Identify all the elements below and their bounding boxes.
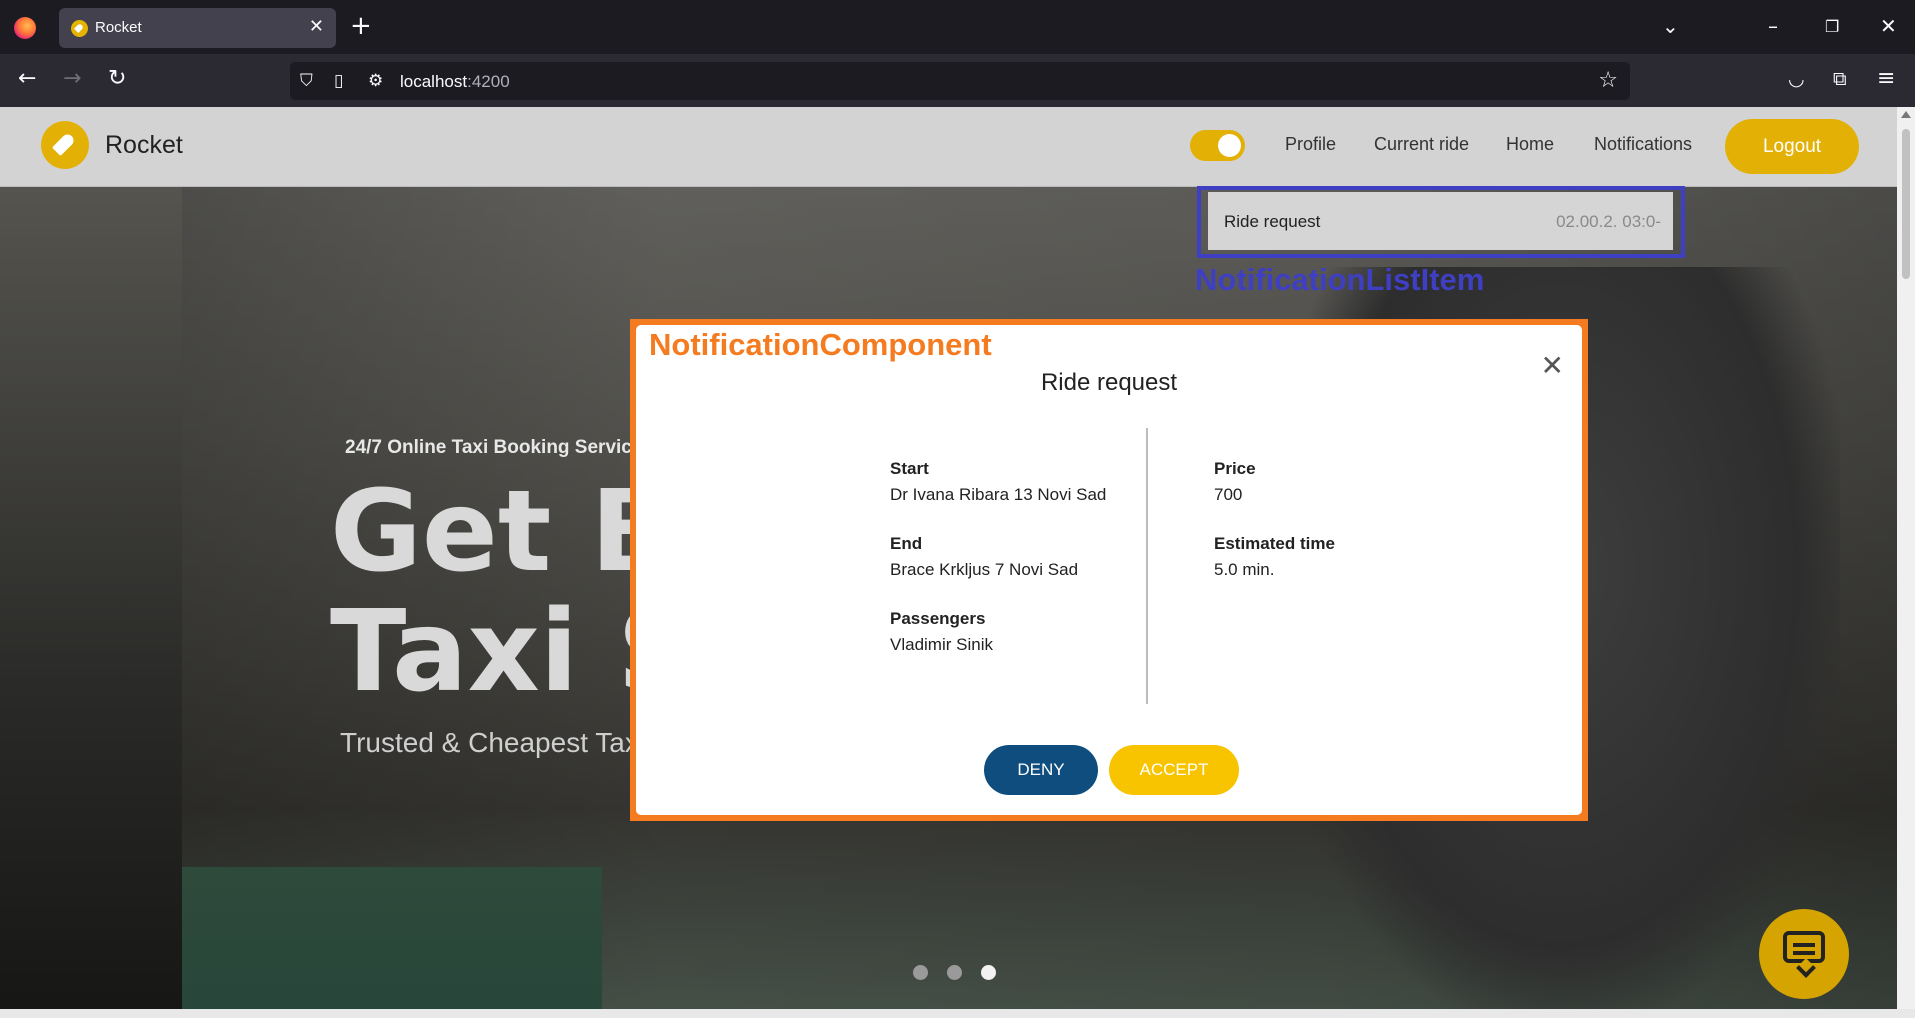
estimated-time-field: Estimated time 5.0 min. — [1214, 534, 1335, 580]
close-icon[interactable]: ✕ — [1541, 349, 1564, 382]
annotation-notification-component: NotificationComponent — [649, 327, 992, 362]
hero-image-bikelane — [182, 867, 602, 1012]
hero-image-left — [0, 187, 182, 1012]
page-icon[interactable]: ▯ — [334, 71, 343, 91]
carousel-dot[interactable] — [947, 965, 963, 980]
end-field: End Brace Krkljus 7 Novi Sad — [890, 534, 1078, 580]
url-text[interactable]: localhost:4200 — [400, 72, 510, 92]
estimated-time-label: Estimated time — [1214, 534, 1335, 553]
rocket-favicon-icon — [71, 20, 88, 37]
theme-toggle[interactable] — [1190, 130, 1245, 161]
logout-button[interactable]: Logout — [1725, 119, 1859, 174]
rocket-logo-icon[interactable] — [41, 121, 89, 169]
url-bar[interactable]: ⛉ ▯ ⚙ localhost:4200 ☆ — [290, 62, 1630, 100]
web-page: 24/7 Online Taxi Booking Servic Get B Ta… — [0, 107, 1897, 1012]
price-value: 700 — [1214, 485, 1243, 504]
deny-button[interactable]: DENY — [984, 745, 1098, 795]
start-label: Start — [890, 459, 929, 478]
back-icon[interactable]: ← — [18, 66, 36, 92]
notification-item-time: 02.00.2. 03:0- — [1556, 212, 1661, 231]
restore-icon[interactable]: ❐ — [1825, 17, 1839, 36]
browser-tab-strip: Rocket ✕ + ⌄ – ❐ ✕ — [0, 0, 1915, 54]
chat-button[interactable] — [1759, 909, 1849, 999]
nav-profile[interactable]: Profile — [1285, 134, 1336, 155]
chat-icon-line — [1793, 951, 1815, 955]
browser-nav-bar: ← → ↻ ⛉ ▯ ⚙ localhost:4200 ☆ ◡ ⧉ ≡ — [0, 54, 1915, 107]
notification-item-title: Ride request — [1224, 212, 1321, 231]
minimize-icon[interactable]: – — [1768, 14, 1778, 38]
toggle-knob — [1218, 134, 1241, 157]
scrollbar-thumb[interactable] — [1902, 129, 1910, 279]
estimated-time-value: 5.0 min. — [1214, 560, 1275, 579]
notification-component-outline: Ride request ✕ Start Dr Ivana Ribara 13 … — [630, 319, 1588, 821]
star-icon[interactable]: ☆ — [1598, 68, 1618, 93]
shield-icon[interactable]: ⛉ — [300, 71, 313, 91]
brand-name[interactable]: Rocket — [105, 131, 183, 160]
page-scrollbar[interactable] — [1897, 107, 1915, 1012]
price-field: Price 700 — [1214, 459, 1256, 505]
passengers-field: Passengers Vladimir Sinik — [890, 609, 993, 655]
list-tabs-icon[interactable]: ⌄ — [1662, 14, 1679, 38]
passengers-label: Passengers — [890, 609, 986, 628]
passengers-value: Vladimir Sinik — [890, 635, 993, 654]
extensions-icon[interactable]: ⧉ — [1833, 66, 1847, 92]
chat-icon — [1783, 931, 1825, 963]
end-label: End — [890, 534, 923, 553]
tab-close-icon[interactable]: ✕ — [309, 16, 324, 37]
permissions-icon[interactable]: ⚙ — [368, 71, 383, 91]
app-header: Rocket Profile Current ride Home Notific… — [0, 107, 1897, 187]
nav-home[interactable]: Home — [1506, 134, 1554, 155]
start-value: Dr Ivana Ribara 13 Novi Sad — [890, 485, 1107, 504]
chat-icon-line — [1793, 943, 1815, 947]
firefox-icon[interactable] — [14, 17, 36, 39]
tab-title: Rocket — [95, 19, 142, 36]
annotation-notification-list-item: NotificationListItem — [1195, 262, 1485, 297]
reload-icon[interactable]: ↻ — [108, 66, 126, 92]
pocket-icon[interactable]: ◡ — [1788, 66, 1805, 92]
modal-title: Ride request — [1040, 369, 1178, 396]
start-field: Start Dr Ivana Ribara 13 Novi Sad — [890, 459, 1106, 505]
forward-icon[interactable]: → — [63, 66, 81, 92]
hero-subtitle: 24/7 Online Taxi Booking Servic — [345, 437, 632, 458]
column-divider — [1146, 428, 1148, 704]
accept-button[interactable]: ACCEPT — [1109, 745, 1239, 795]
close-window-icon[interactable]: ✕ — [1880, 14, 1897, 38]
carousel-indicators — [913, 965, 1010, 984]
nav-current-ride[interactable]: Current ride — [1374, 134, 1469, 155]
bottom-strip — [0, 1009, 1915, 1018]
menu-icon[interactable]: ≡ — [1877, 66, 1895, 92]
nav-notifications[interactable]: Notifications — [1594, 134, 1692, 155]
notification-list-item[interactable]: Ride request 02.00.2. 03:0- — [1208, 192, 1673, 250]
carousel-dot[interactable] — [913, 965, 928, 980]
price-label: Price — [1214, 459, 1256, 478]
notification-modal: Ride request ✕ Start Dr Ivana Ribara 13 … — [636, 325, 1582, 815]
browser-tab[interactable]: Rocket ✕ — [59, 8, 336, 48]
new-tab-button[interactable]: + — [350, 12, 372, 40]
end-value: Brace Krkljus 7 Novi Sad — [890, 560, 1079, 579]
carousel-dot-active[interactable] — [981, 965, 997, 980]
notification-list-item-outline: Ride request 02.00.2. 03:0- — [1197, 186, 1685, 258]
scroll-up-icon[interactable] — [1901, 111, 1911, 118]
hero-tagline: Trusted & Cheapest Tax — [340, 727, 639, 758]
